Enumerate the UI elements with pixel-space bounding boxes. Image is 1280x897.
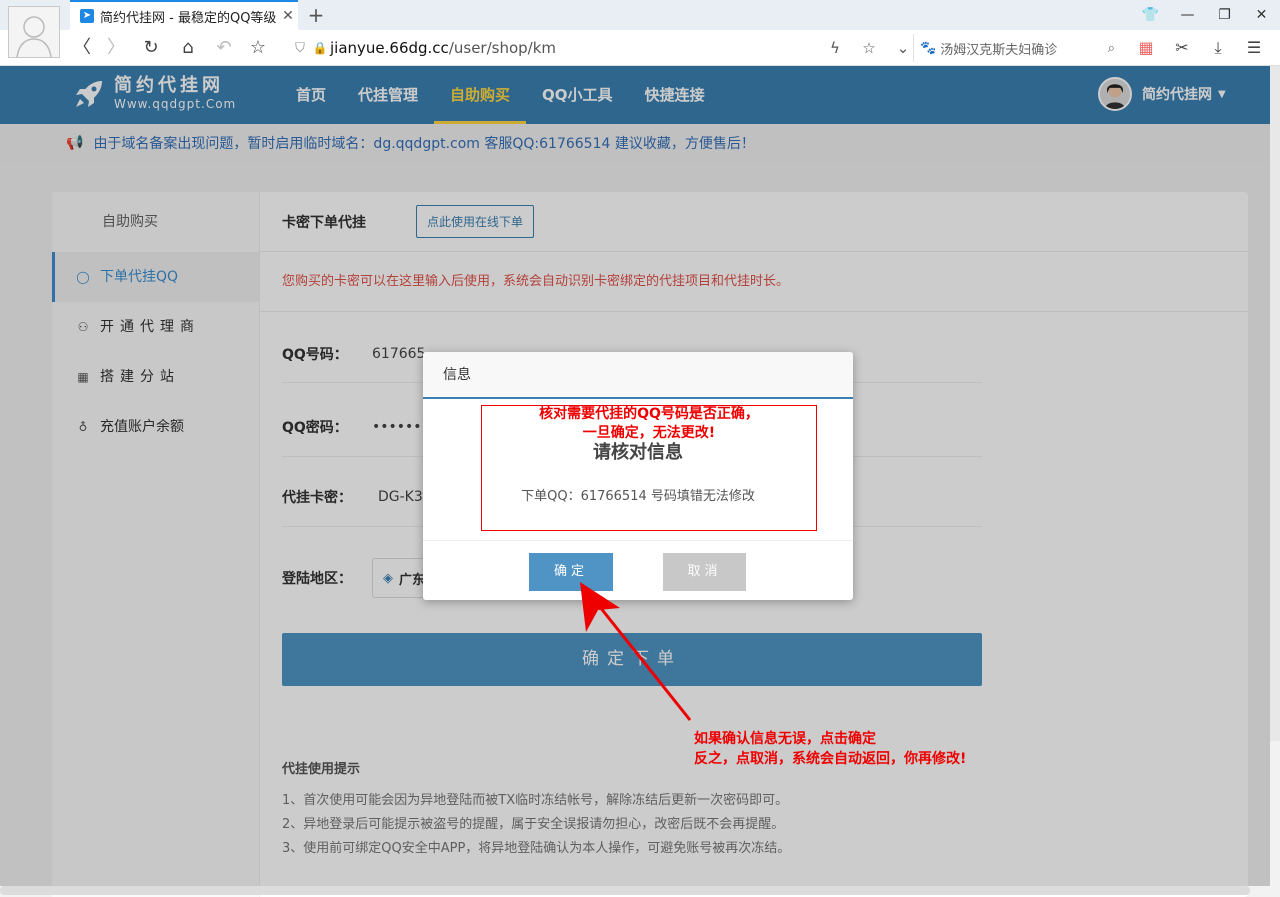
browser-address-bar: 〈 〉 ↻ ⌂ ↶ ☆ ⛉ 🔒 jianyue.66dg.cc /user/sh… [0, 30, 1280, 66]
reload-icon[interactable]: ↻ [137, 34, 165, 62]
browser-tab-bar: ➤ 简约代挂网 - 最稳定的QQ等级 ✕ + 👕 — ❐ ✕ [0, 0, 1280, 30]
back-icon[interactable]: 〈 [68, 34, 96, 62]
close-window-button[interactable]: ✕ [1243, 0, 1280, 30]
download-icon[interactable]: ⤓ [1200, 34, 1236, 62]
dialog-footer: 确定 取消 [423, 540, 853, 600]
search-icon[interactable]: ⌕ [1108, 41, 1115, 56]
skin-icon[interactable]: 👕 [1132, 0, 1169, 30]
apps-grid-icon[interactable]: ▦ [1128, 34, 1164, 62]
browser-tab[interactable]: ➤ 简约代挂网 - 最稳定的QQ等级 ✕ [70, 0, 298, 30]
browser-tools: ▦ ✂ ⤓ ☰ [1128, 34, 1272, 62]
insecure-lock-icon[interactable]: 🔒 [310, 41, 330, 55]
rocket-favicon-icon: ➤ [80, 9, 94, 23]
search-suggestion: 汤姆汉克斯夫妇确诊 [940, 42, 1058, 58]
annotation-bottom-line2: 反之，点取消，系统会自动返回，你再修改! [694, 751, 967, 767]
annotation-top-line1: 核对需要代挂的QQ号码是否正确， [539, 406, 759, 422]
menu-icon[interactable]: ☰ [1236, 34, 1272, 62]
lightning-icon[interactable]: ϟ [818, 34, 852, 62]
confirm-button[interactable]: 确定 [529, 553, 613, 591]
new-tab-button[interactable]: + [304, 3, 328, 27]
undo-icon[interactable]: ↶ [210, 34, 238, 62]
search-input[interactable]: 🐾 汤姆汉克斯夫妇确诊 ⌕ [913, 34, 1123, 62]
url-path: /user/shop/km [448, 39, 557, 57]
url-actions: ϟ ☆ ⌄ [818, 34, 920, 62]
maximize-button[interactable]: ❐ [1206, 0, 1243, 30]
url-host: jianyue.66dg.cc [330, 39, 449, 57]
annotation-top-line2: 一旦确定，无法更改! [582, 425, 716, 441]
annotation-bottom: 如果确认信息无误，点击确定 反之，点取消，系统会自动返回，你再修改! [694, 729, 966, 769]
tab-title: 简约代挂网 - 最稳定的QQ等级 [100, 10, 277, 26]
annotation-bottom-line1: 如果确认信息无误，点击确定 [694, 731, 876, 747]
scissors-icon[interactable]: ✂ [1164, 34, 1200, 62]
url-input[interactable]: ⛉ 🔒 jianyue.66dg.cc /user/shop/km [290, 34, 908, 62]
dialog-title: 信息 [423, 352, 853, 399]
browser-profile-avatar[interactable] [8, 6, 60, 58]
favorite-star-icon[interactable]: ☆ [244, 34, 272, 62]
vertical-scrollbar[interactable] [1270, 66, 1280, 741]
baidu-paw-icon: 🐾 [920, 40, 937, 56]
bookmark-star-icon[interactable]: ☆ [852, 34, 886, 62]
user-silhouette-icon [9, 7, 59, 58]
window-controls: 👕 — ❐ ✕ [1132, 0, 1280, 30]
horizontal-scrollbar[interactable] [0, 886, 1250, 895]
forward-icon[interactable]: 〉 [102, 34, 130, 62]
shield-icon: ⛉ [295, 40, 305, 56]
home-icon[interactable]: ⌂ [174, 34, 202, 62]
cancel-button[interactable]: 取消 [663, 553, 746, 591]
tab-close-icon[interactable]: ✕ [278, 8, 298, 24]
minimize-button[interactable]: — [1169, 0, 1206, 30]
annotation-top: 核对需要代挂的QQ号码是否正确， 一旦确定，无法更改! [481, 405, 817, 443]
